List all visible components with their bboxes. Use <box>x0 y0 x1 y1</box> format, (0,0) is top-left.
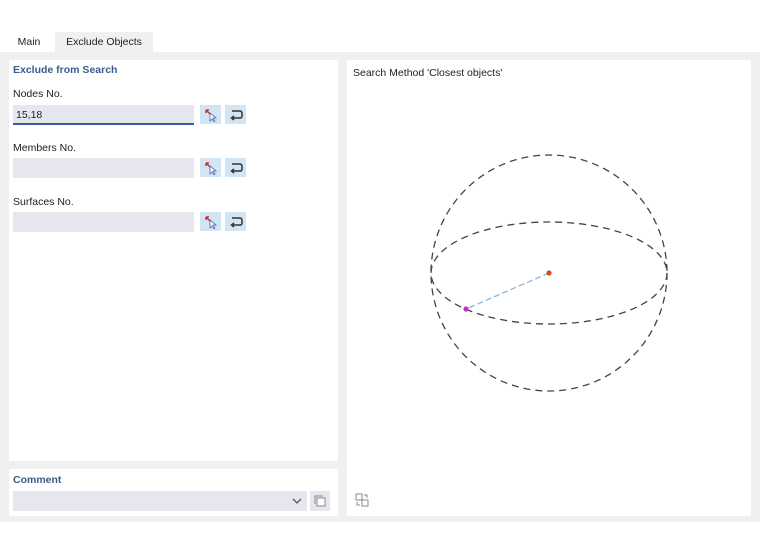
chevron-down-icon[interactable] <box>291 495 303 507</box>
nodes-input[interactable]: 15,18 <box>13 105 194 125</box>
tab-main[interactable]: Main <box>6 32 52 52</box>
clear-selection-icon <box>229 216 243 228</box>
closest-node <box>463 306 469 312</box>
comment-library-button[interactable] <box>310 491 330 511</box>
tab-bar: Main Exclude Objects <box>0 32 760 52</box>
select-nodes-button[interactable] <box>200 105 221 124</box>
clear-selection-icon <box>229 162 243 174</box>
search-center-node <box>546 270 552 276</box>
clear-nodes-button[interactable] <box>225 105 246 124</box>
clear-surfaces-button[interactable] <box>225 212 246 231</box>
copy-icon <box>314 495 326 507</box>
comment-panel: Comment <box>9 469 338 516</box>
nodes-label: Nodes No. <box>13 88 63 100</box>
clear-members-button[interactable] <box>225 158 246 177</box>
members-label: Members No. <box>13 142 77 154</box>
select-objects-icon <box>204 108 217 122</box>
select-members-button[interactable] <box>200 158 221 177</box>
clear-selection-icon <box>229 109 243 121</box>
view-settings-button[interactable] <box>352 490 372 510</box>
comment-combobox[interactable] <box>13 491 307 511</box>
search-sphere-diagram <box>430 154 668 392</box>
tab-exclude-objects[interactable]: Exclude Objects <box>55 32 153 52</box>
exclude-panel: Exclude from Search Nodes No. 15,18 Memb… <box>9 60 338 461</box>
search-method-view: Search Method 'Closest objects' <box>347 60 751 516</box>
select-surfaces-button[interactable] <box>200 212 221 231</box>
comment-title: Comment <box>13 474 62 486</box>
view-settings-icon <box>355 493 369 507</box>
members-input[interactable] <box>13 158 194 178</box>
select-objects-icon <box>204 215 217 229</box>
surfaces-label: Surfaces No. <box>13 196 74 208</box>
select-objects-icon <box>204 161 217 175</box>
surfaces-input[interactable] <box>13 212 194 232</box>
exclude-section-title: Exclude from Search <box>13 64 118 76</box>
search-distance-line <box>465 272 550 310</box>
